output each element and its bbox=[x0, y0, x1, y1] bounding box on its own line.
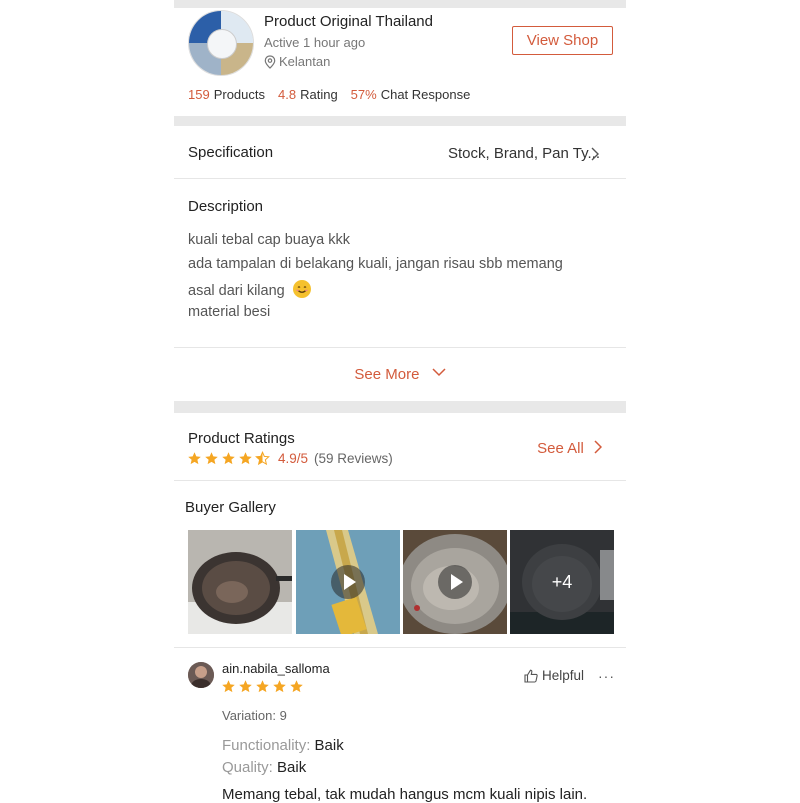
star-icon bbox=[273, 680, 286, 693]
helpful-button[interactable]: Helpful bbox=[524, 668, 584, 683]
stat-chat-response: 57% Chat Response bbox=[350, 87, 471, 102]
shop-name[interactable]: Product Original Thailand bbox=[264, 13, 433, 30]
rating-score: 4.9/5 bbox=[278, 451, 309, 466]
gallery-video[interactable] bbox=[296, 530, 400, 634]
description-line: ada tampalan di belakang kuali, jangan r… bbox=[188, 256, 563, 272]
star-icon bbox=[222, 680, 235, 693]
review-quality: Quality: Baik bbox=[222, 759, 307, 776]
thumbs-up-icon bbox=[524, 669, 538, 683]
see-all-ratings-button[interactable]: See All bbox=[537, 440, 603, 457]
chevron-down-icon bbox=[432, 368, 446, 377]
chevron-right-icon bbox=[594, 440, 603, 454]
star-icon bbox=[205, 452, 218, 465]
section-separator bbox=[174, 116, 626, 126]
section-separator bbox=[174, 401, 626, 413]
shop-location: Kelantan bbox=[264, 54, 330, 69]
divider bbox=[174, 647, 626, 648]
product-detail-panel: Product Original Thailand Active 1 hour … bbox=[174, 0, 626, 803]
product-ratings-title: Product Ratings bbox=[188, 430, 295, 447]
see-more-button[interactable]: See More bbox=[174, 366, 626, 383]
play-icon bbox=[331, 565, 365, 599]
star-icon bbox=[290, 680, 303, 693]
divider bbox=[174, 347, 626, 348]
reviewer-username[interactable]: ain.nabila_salloma bbox=[222, 661, 330, 676]
specification-value: Stock, Brand, Pan Ty... bbox=[447, 145, 600, 162]
review-text: Memang tebal, tak mudah hangus mcm kuali… bbox=[222, 786, 588, 803]
view-shop-button[interactable]: View Shop bbox=[512, 26, 613, 55]
gallery-photo[interactable] bbox=[188, 530, 292, 634]
star-icon bbox=[222, 452, 235, 465]
shop-avatar[interactable] bbox=[188, 10, 254, 76]
review-count: (59 Reviews) bbox=[314, 451, 393, 466]
buyer-gallery-title: Buyer Gallery bbox=[185, 499, 276, 516]
more-options-icon[interactable]: ··· bbox=[598, 668, 615, 684]
gallery-video[interactable] bbox=[403, 530, 507, 634]
specification-label: Specification bbox=[188, 144, 274, 161]
smiling-face-emoji-icon bbox=[292, 280, 311, 298]
divider bbox=[174, 178, 626, 179]
description-title: Description bbox=[188, 198, 264, 215]
play-icon bbox=[438, 565, 472, 599]
description-line: kuali tebal cap buaya kkk bbox=[188, 232, 351, 248]
description-line: material besi bbox=[188, 304, 271, 320]
star-icon bbox=[256, 680, 269, 693]
shop-location-text: Kelantan bbox=[279, 54, 331, 69]
location-pin-icon bbox=[264, 54, 276, 69]
review-functionality: Functionality: Baik bbox=[222, 737, 344, 754]
review-variation: Variation: 9 bbox=[222, 708, 287, 723]
description-line-with-emoji: asal dari kilang bbox=[188, 280, 311, 299]
stat-rating: 4.8 Rating bbox=[278, 87, 338, 102]
gallery-photo-more[interactable]: +4 bbox=[510, 530, 614, 634]
chevron-right-icon bbox=[591, 147, 599, 161]
rating-summary: 4.9/5 (59 Reviews) bbox=[187, 451, 393, 466]
reviewer-avatar[interactable] bbox=[188, 662, 214, 688]
star-icon bbox=[239, 452, 252, 465]
top-separator bbox=[174, 0, 626, 8]
divider bbox=[174, 480, 626, 481]
half-star-icon bbox=[255, 451, 270, 466]
stat-products: 159 Products bbox=[188, 87, 266, 102]
star-icon bbox=[188, 452, 201, 465]
shop-stats: 159 Products 4.8 Rating 57% Chat Response bbox=[188, 87, 470, 102]
shop-active-status: Active 1 hour ago bbox=[264, 35, 366, 50]
star-icon bbox=[239, 680, 252, 693]
more-photos-count: +4 bbox=[510, 530, 614, 634]
review-stars bbox=[221, 679, 304, 694]
